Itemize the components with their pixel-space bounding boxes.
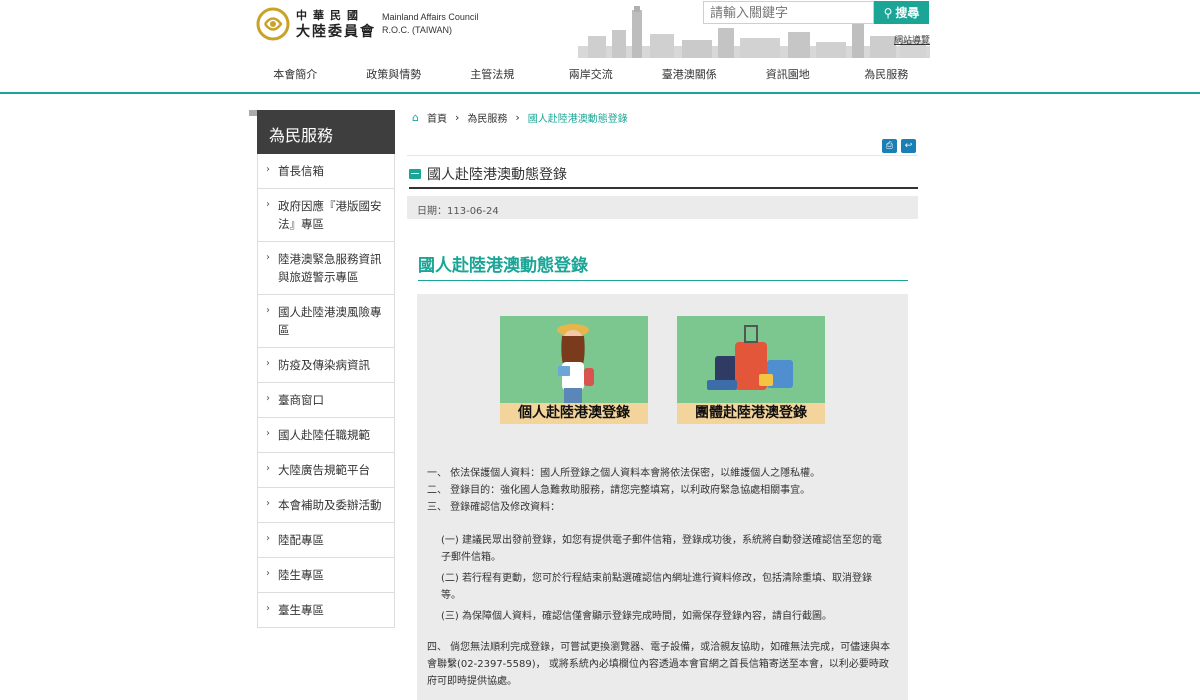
chevron-right-icon: › [266, 533, 270, 544]
sidebar-item-emergency-info[interactable]: › 陸港澳緊急服務資訊與旅遊警示專區 [257, 242, 395, 295]
nav-item-services[interactable]: 為民服務 [837, 66, 936, 84]
title-icon [409, 169, 421, 179]
sub-paragraph-2: (二) 若行程有更動，您可於行程結束前點選確認信內網址進行資料修改，包括清除重填… [441, 573, 872, 601]
page-title-text: 國人赴陸港澳動態登錄 [427, 167, 567, 183]
chevron-right-icon: › [266, 428, 270, 439]
sidebar-item-risk-zone[interactable]: › 國人赴陸港澳風險專區 [257, 295, 395, 348]
sidebar-item-epidemic-info[interactable]: › 防疫及傳染病資訊 [257, 348, 395, 383]
sidebar-item-employment-rules[interactable]: › 國人赴陸任職規範 [257, 418, 395, 453]
search-icon: ⚲ [883, 5, 893, 20]
breadcrumb-home[interactable]: 首頁 [427, 110, 447, 125]
nav-item-exchanges[interactable]: 兩岸交流 [542, 66, 641, 84]
sidebar-item-label: 臺商窗口 [278, 393, 324, 407]
logo-en-line2: R.O.C. (TAIWAN) [382, 25, 452, 35]
traveler-illustration-icon [557, 324, 594, 403]
chevron-right-icon: › [266, 199, 270, 210]
logo-cn-line2: 大陸委員會 [296, 24, 376, 40]
group-registration-card[interactable]: 團體赴陸港澳登錄 [677, 316, 825, 424]
search-button-label: 搜尋 [895, 6, 920, 20]
sidebar: 為民服務 › 首長信箱 › 政府因應『港版國安法』專區 › 陸港澳緊急服務資訊與旅遊警… [249, 110, 395, 628]
logo-cn-line1: 中華民國 [296, 9, 364, 22]
chevron-right-icon: › [266, 252, 270, 263]
breadcrumb-services[interactable]: 為民服務 [467, 110, 507, 125]
sidebar-item-label: 政府因應『港版國安法』專區 [278, 199, 382, 231]
nav-item-info[interactable]: 資訊園地 [739, 66, 838, 84]
paragraph-4: 四、 倘您無法順利完成登錄，可嘗試更換瀏覽器、電子設備，或洽親友協助，如確無法完… [427, 642, 891, 687]
breadcrumb-current: 國人赴陸港澳動態登錄 [527, 114, 628, 125]
chevron-right-icon: › [266, 568, 270, 579]
sidebar-item-director-mailbox[interactable]: › 首長信箱 [257, 154, 395, 189]
nav-item-about[interactable]: 本會簡介 [246, 66, 345, 84]
site-logo[interactable]: 中華民國 大陸委員會 Mainland Affairs Council R.O.… [256, 6, 496, 42]
chevron-right-icon: › [454, 111, 460, 124]
sidebar-item-label: 大陸廣告規範平台 [278, 463, 370, 477]
search-input[interactable] [703, 1, 874, 24]
luggage-illustration-icon [707, 325, 793, 390]
chevron-right-icon: › [266, 358, 270, 369]
sidebar-item-label: 臺生專區 [278, 603, 324, 617]
sidebar-item-spouses[interactable]: › 陸配專區 [257, 523, 395, 558]
sidebar-item-taiwan-students[interactable]: › 臺生專區 [257, 593, 395, 628]
sidebar-item-label: 國人赴陸港澳風險專區 [278, 305, 382, 337]
home-icon: ⌂ [412, 111, 419, 124]
nav-item-policy[interactable]: 政策與情勢 [345, 66, 444, 84]
chevron-right-icon: › [266, 603, 270, 614]
breadcrumb: ⌂ 首頁 › 為民服務 › 國人赴陸港澳動態登錄 [412, 110, 628, 125]
sidebar-item-label: 陸配專區 [278, 533, 324, 547]
sidebar-item-hk-security-law[interactable]: › 政府因應『港版國安法』專區 [257, 189, 395, 242]
sidebar-item-label: 本會補助及委辦活動 [278, 498, 382, 512]
logo-en-line1: Mainland Affairs Council [382, 12, 479, 22]
chevron-right-icon: › [266, 164, 270, 175]
sidebar-item-label: 首長信箱 [278, 164, 324, 178]
sidebar-item-business-window[interactable]: › 臺商窗口 [257, 383, 395, 418]
nav-item-hk-macau[interactable]: 臺港澳關係 [640, 66, 739, 84]
chevron-right-icon: › [266, 393, 270, 404]
sidebar-item-label: 國人赴陸任職規範 [278, 428, 370, 442]
divider [407, 155, 918, 156]
chevron-right-icon: › [515, 111, 520, 124]
main-nav: 本會簡介 政策與情勢 主管法規 兩岸交流 臺港澳關係 資訊園地 為民服務 [246, 66, 936, 84]
council-emblem-icon [256, 7, 290, 41]
individual-registration-card[interactable]: 個人赴陸港澳登錄 [500, 316, 648, 424]
sidebar-item-ad-platform[interactable]: › 大陸廣告規範平台 [257, 453, 395, 488]
page-tools: ⎙ ↩ [882, 139, 916, 153]
sidebar-item-label: 防疫及傳染病資訊 [278, 358, 370, 372]
paragraph-1: 一、 依法保護個人資料：國人所登錄之個人資料本會將依法保密，以維護個人之隱私權。 [427, 468, 821, 479]
article-title: 國人赴陸港澳動態登錄 [418, 251, 908, 281]
sidebar-item-grants[interactable]: › 本會補助及委辦活動 [257, 488, 395, 523]
sitemap-link[interactable]: 網站導覽 [894, 33, 930, 46]
print-icon[interactable]: ⎙ [882, 139, 897, 153]
sub-paragraph-1: (一) 建議民眾出發前登錄，如您有提供電子郵件信箱，登錄成功後，系統將自動發送確… [441, 535, 882, 563]
back-icon[interactable]: ↩ [901, 139, 916, 153]
sub-paragraph-3: (三) 為保障個人資料，確認信僅會顯示登錄完成時間，如需保存登錄內容，請自行截圖… [441, 611, 832, 622]
article-content: 個人赴陸港澳登錄 團體赴陸港澳登錄 一、 依法保護個人資料：國人所登錄之個人資料… [417, 294, 908, 700]
chevron-right-icon: › [266, 305, 270, 316]
sidebar-title: 為民服務 [249, 110, 395, 154]
sidebar-item-mainland-students[interactable]: › 陸生專區 [257, 558, 395, 593]
chevron-right-icon: › [266, 463, 270, 474]
nav-item-laws[interactable]: 主管法規 [443, 66, 542, 84]
group-registration-label: 團體赴陸港澳登錄 [677, 403, 825, 424]
date-bar: 日期：113-06-24 [407, 196, 918, 219]
paragraph-3: 三、 登錄確認信及修改資料： [427, 502, 561, 513]
search-button[interactable]: ⚲ 搜尋 [874, 1, 929, 24]
page-title: 國人赴陸港澳動態登錄 [409, 161, 918, 189]
individual-registration-label: 個人赴陸港澳登錄 [500, 403, 648, 424]
paragraph-2: 二、 登錄目的：強化國人急難救助服務，請您完整填寫，以利政府緊急協處相關事宜。 [427, 485, 811, 496]
sidebar-item-label: 陸港澳緊急服務資訊與旅遊警示專區 [278, 252, 382, 284]
sidebar-item-label: 陸生專區 [278, 568, 324, 582]
chevron-right-icon: › [266, 498, 270, 509]
site-header: 中華民國 大陸委員會 Mainland Affairs Council R.O.… [0, 0, 1200, 94]
